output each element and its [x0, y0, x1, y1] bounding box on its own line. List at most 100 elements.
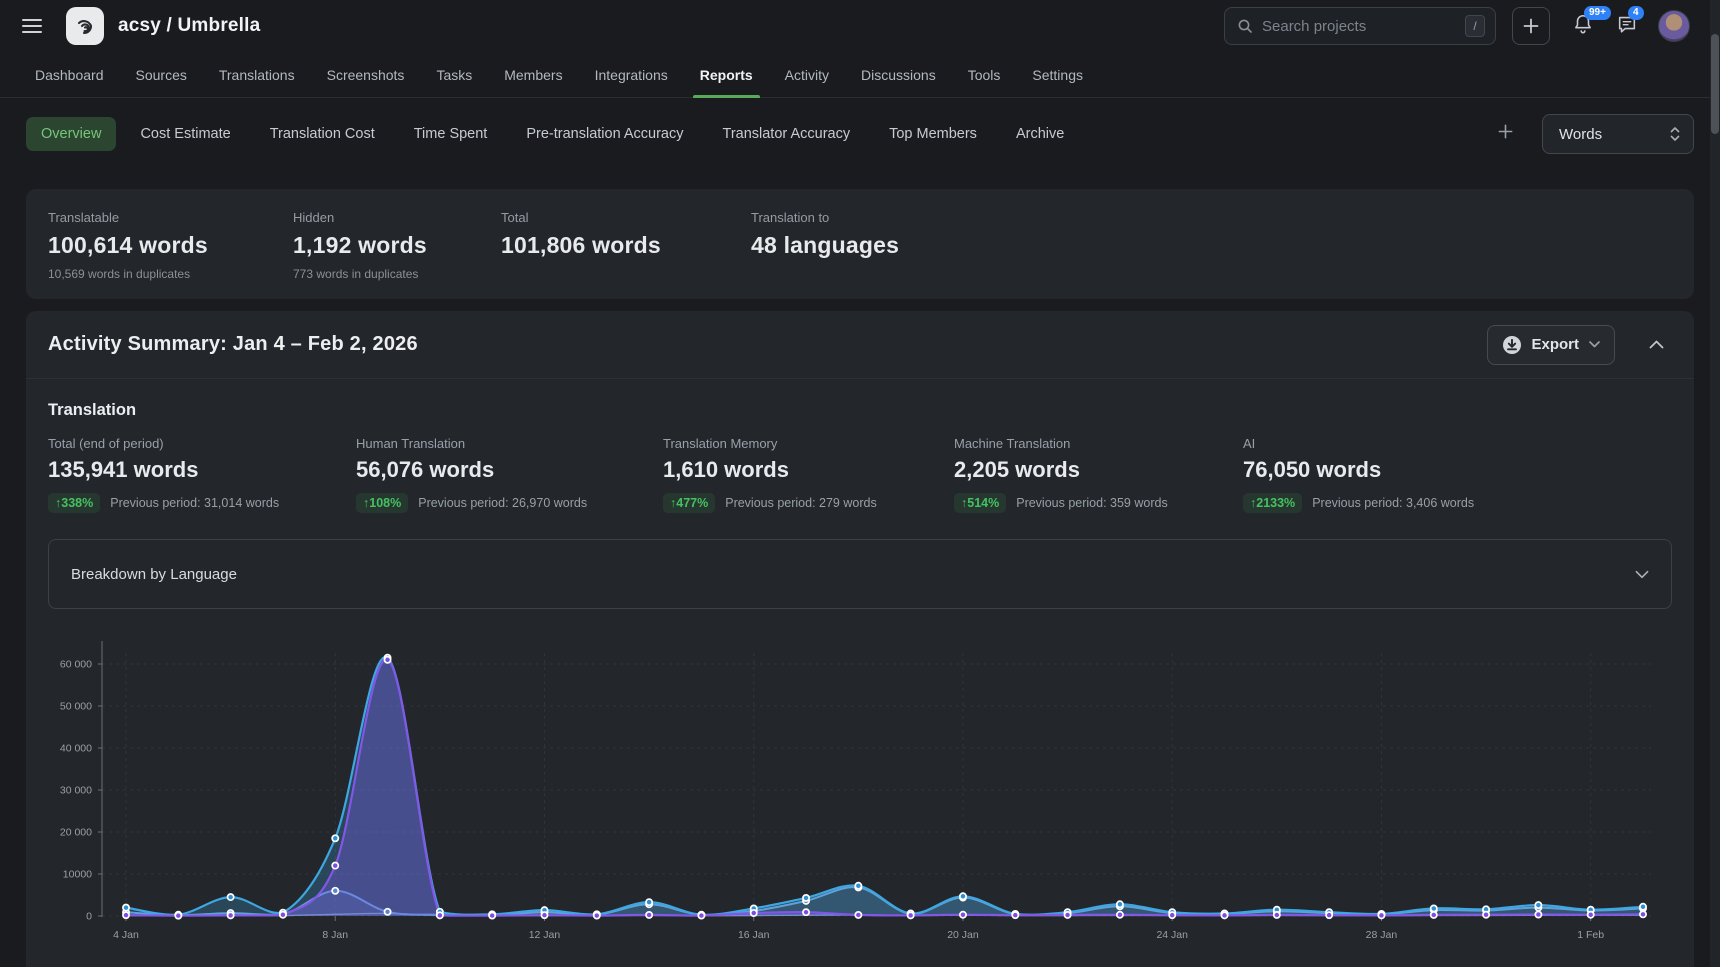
- messages-button[interactable]: 4: [1616, 13, 1638, 40]
- plus-icon: [1522, 17, 1540, 35]
- export-button-label: Export: [1531, 336, 1579, 353]
- project-stat-translation-to: Translation to48 languages: [729, 210, 1694, 281]
- svg-text:28 Jan: 28 Jan: [1366, 929, 1398, 941]
- select-caret-icon: [1669, 126, 1681, 142]
- nav-tab-tools[interactable]: Tools: [967, 52, 1002, 97]
- summary-stat-value: 2,205 words: [954, 457, 1243, 483]
- breakdown-by-language-toggle[interactable]: Breakdown by Language: [48, 539, 1672, 609]
- nav-tab-discussions[interactable]: Discussions: [860, 52, 937, 97]
- download-icon: [1502, 335, 1522, 355]
- nav-tab-reports[interactable]: Reports: [699, 52, 754, 97]
- summary-stat-delta-row: ↑338%Previous period: 31,014 words: [48, 493, 356, 513]
- top-header: acsy / Umbrella / 99+: [0, 0, 1720, 52]
- svg-text:16 Jan: 16 Jan: [738, 929, 770, 941]
- svg-text:24 Jan: 24 Jan: [1156, 929, 1188, 941]
- stat-note: 773 words in duplicates: [293, 267, 479, 281]
- user-avatar[interactable]: [1658, 10, 1690, 42]
- stat-value: 100,614 words: [48, 232, 271, 259]
- logo-glyph: [73, 14, 97, 38]
- plus-icon: [1497, 123, 1514, 140]
- summary-stat-delta-row: ↑108%Previous period: 26,970 words: [356, 493, 663, 513]
- menu-icon[interactable]: [22, 19, 42, 33]
- svg-text:10000: 10000: [63, 869, 92, 881]
- report-tab-cost-estimate[interactable]: Cost Estimate: [125, 117, 245, 151]
- chevron-down-icon: [1635, 570, 1649, 579]
- previous-period-text: Previous period: 31,014 words: [110, 496, 279, 510]
- summary-stat-total-end-of-period: Total (end of period) 135,941 words ↑338%P…: [48, 436, 356, 513]
- activity-area-chart[interactable]: 01000020 00030 00040 00050 00060 0004 Ja…: [38, 633, 1678, 963]
- report-tab-translation-cost[interactable]: Translation Cost: [255, 117, 390, 151]
- summary-stat-value: 76,050 words: [1243, 457, 1672, 483]
- activity-summary-header: Activity Summary: Jan 4 – Feb 2, 2026 Ex…: [26, 311, 1694, 379]
- project-logo[interactable]: [66, 7, 104, 45]
- nav-tab-screenshots[interactable]: Screenshots: [326, 52, 406, 97]
- add-report-button[interactable]: [1487, 117, 1524, 151]
- summary-stat-label: Human Translation: [356, 436, 663, 451]
- nav-tab-members[interactable]: Members: [503, 52, 563, 97]
- summary-stat-delta-row: ↑514% Previous period: 359 words: [954, 493, 1243, 513]
- report-tab-pre-translation-accuracy[interactable]: Pre-translation Accuracy: [511, 117, 698, 151]
- summary-stat-label: Total (end of period): [48, 436, 356, 451]
- nav-tab-activity[interactable]: Activity: [784, 52, 830, 97]
- report-tab-top-members[interactable]: Top Members: [874, 117, 992, 151]
- summary-stat-label: Translation Memory: [663, 436, 954, 451]
- page-scrollbar[interactable]: [1710, 0, 1720, 967]
- search-shortcut-key: /: [1465, 15, 1485, 37]
- export-button[interactable]: Export: [1487, 325, 1615, 365]
- notifications-button[interactable]: 99+: [1572, 13, 1594, 40]
- previous-period-text: Previous period: 3,406 words: [1312, 496, 1474, 510]
- summary-stat-delta-row: ↑477% Previous period: 279 words: [663, 493, 954, 513]
- collapse-section-button[interactable]: [1641, 328, 1672, 362]
- nav-tab-settings[interactable]: Settings: [1031, 52, 1084, 97]
- previous-period-text: Previous period: 359 words: [1016, 496, 1167, 510]
- reports-subnav: Overview Cost Estimate Translation Cost Tim…: [0, 98, 1720, 168]
- create-project-button[interactable]: [1512, 7, 1550, 45]
- nav-tab-integrations[interactable]: Integrations: [594, 52, 669, 97]
- report-tab-translator-accuracy[interactable]: Translator Accuracy: [708, 117, 866, 151]
- project-stat-hidden: Hidden1,192 words773 words in duplicates: [271, 210, 479, 281]
- summary-stat-translation-memory: Translation Memory 1,610 words ↑477% Previo…: [663, 436, 954, 513]
- summary-stat-value: 56,076 words: [356, 457, 663, 483]
- summary-stat-human-translation: Human Translation 56,076 words ↑108%Previo…: [356, 436, 663, 513]
- report-tab-overview[interactable]: Overview: [26, 117, 116, 151]
- nav-tab-tasks[interactable]: Tasks: [435, 52, 473, 97]
- project-stat-total: Total101,806 words: [479, 210, 729, 281]
- activity-summary-title: Activity Summary: Jan 4 – Feb 2, 2026: [48, 333, 418, 356]
- caret-down-icon: [1589, 341, 1600, 348]
- translation-section: Translation Total (end of period)135,941…: [26, 379, 1694, 967]
- unit-select-value: Words: [1559, 126, 1669, 143]
- search-input[interactable]: [1262, 18, 1465, 35]
- report-tab-time-spent[interactable]: Time Spent: [399, 117, 503, 151]
- previous-period-text: Previous period: 279 words: [725, 496, 876, 510]
- stat-value: 1,192 words: [293, 232, 479, 259]
- messages-count-badge: 4: [1628, 6, 1644, 20]
- page-title: acsy / Umbrella: [118, 15, 260, 37]
- svg-text:20 Jan: 20 Jan: [947, 929, 979, 941]
- svg-text:40 000: 40 000: [60, 743, 92, 755]
- summary-stat-ai: AI76,050 words↑2133%Previous period: 3,4…: [1243, 436, 1672, 513]
- summary-stat-value: 135,941 words: [48, 457, 356, 483]
- summary-stat-machine-translation: Machine Translation2,205 words↑514%Previ…: [954, 436, 1243, 513]
- svg-text:4 Jan: 4 Jan: [113, 929, 139, 941]
- svg-text:12 Jan: 12 Jan: [529, 929, 561, 941]
- nav-tab-translations[interactable]: Translations: [218, 52, 296, 97]
- unit-select[interactable]: Words: [1542, 114, 1694, 154]
- stat-note: 10,569 words in duplicates: [48, 267, 271, 281]
- scrollbar-thumb[interactable]: [1711, 34, 1719, 134]
- report-tab-archive[interactable]: Archive: [1001, 117, 1079, 151]
- svg-text:0: 0: [86, 911, 92, 923]
- chevron-up-icon: [1649, 340, 1664, 349]
- nav-tab-sources[interactable]: Sources: [135, 52, 188, 97]
- stat-label: Translation to: [751, 210, 1694, 225]
- svg-text:1 Feb: 1 Feb: [1577, 929, 1604, 941]
- search-box[interactable]: /: [1224, 7, 1496, 45]
- svg-text:20 000: 20 000: [60, 827, 92, 839]
- stat-label: Total: [501, 210, 729, 225]
- svg-text:60 000: 60 000: [60, 659, 92, 671]
- nav-tab-dashboard[interactable]: Dashboard: [34, 52, 105, 97]
- summary-stat-value: 1,610 words: [663, 457, 954, 483]
- delta-badge: ↑514%: [954, 493, 1006, 513]
- svg-text:30 000: 30 000: [60, 785, 92, 797]
- delta-badge: ↑477%: [663, 493, 715, 513]
- project-words-summary-card: Translatable100,614 words10,569 words in…: [26, 189, 1694, 299]
